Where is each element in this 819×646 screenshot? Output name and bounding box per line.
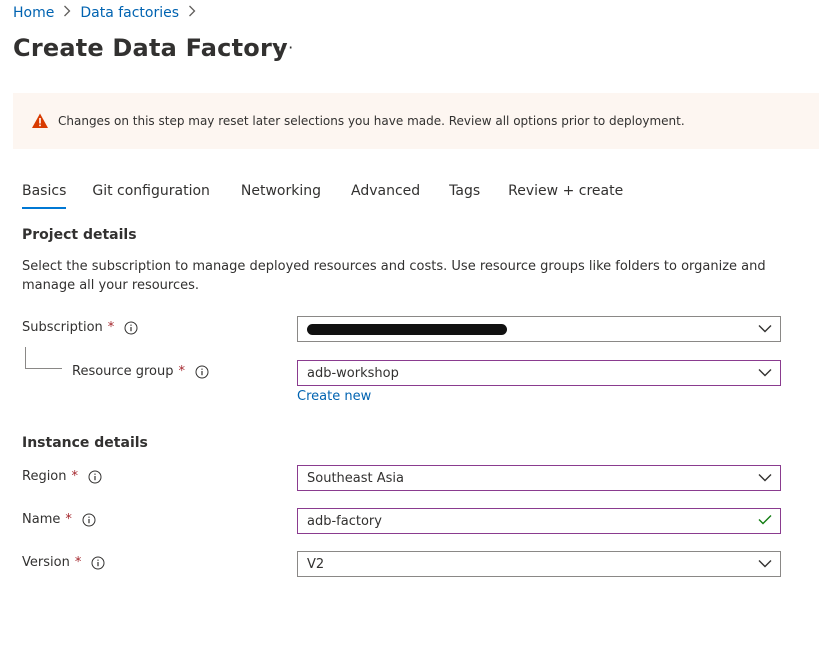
breadcrumb-data-factories[interactable]: Data factories [80,5,179,21]
breadcrumb: Home Data factories [13,5,205,21]
warning-icon [31,112,49,130]
tree-connector [25,347,62,369]
info-icon[interactable] [91,556,105,570]
name-label: Name * [22,512,96,527]
region-dropdown[interactable]: Southeast Asia [297,465,781,491]
version-value: V2 [307,556,325,572]
tab-advanced[interactable]: Advanced [351,183,420,209]
version-label-text: Version [22,555,70,570]
required-marker: * [107,320,115,335]
region-value: Southeast Asia [307,470,404,486]
info-icon[interactable] [88,470,102,484]
info-icon[interactable] [82,513,96,527]
name-value: adb-factory [307,513,382,529]
tab-basics[interactable]: Basics [22,183,67,209]
tab-git-configuration[interactable]: Git configuration [92,183,210,209]
info-icon[interactable] [124,321,138,335]
version-dropdown[interactable]: V2 [297,551,781,577]
tab-tags[interactable]: Tags [449,183,480,209]
tab-networking[interactable]: Networking [241,183,321,209]
version-label: Version * [22,555,105,570]
required-marker: * [65,512,72,527]
region-label-text: Region [22,469,67,484]
subscription-dropdown[interactable] [297,316,781,342]
info-icon[interactable] [195,365,209,379]
required-marker: * [74,555,82,570]
chevron-down-icon [758,557,772,572]
chevron-down-icon [758,366,772,381]
name-label-text: Name [22,512,61,527]
required-marker: * [178,364,186,379]
more-options-button[interactable]: ··· [276,38,294,57]
project-details-heading: Project details [22,227,137,243]
resource-group-value: adb-workshop [307,365,399,381]
subscription-label: Subscription * [22,320,138,335]
resource-group-dropdown[interactable]: adb-workshop [297,360,781,386]
warning-text: Changes on this step may reset later sel… [58,114,685,128]
instance-details-heading: Instance details [22,435,148,451]
name-input[interactable]: adb-factory [297,508,781,534]
required-marker: * [71,469,79,484]
page-title: Create Data Factory [13,34,288,62]
resource-group-label-text: Resource group [72,364,174,379]
chevron-down-icon [758,322,772,337]
breadcrumb-home[interactable]: Home [13,5,54,21]
subscription-label-text: Subscription [22,320,103,335]
tab-bar: Basics Git configuration Networking Adva… [22,183,623,209]
warning-banner: Changes on this step may reset later sel… [13,93,819,149]
redacted-value [307,323,507,335]
region-label: Region * [22,469,102,484]
tab-review-create[interactable]: Review + create [508,183,623,209]
chevron-right-icon [188,5,196,21]
resource-group-label: Resource group * [72,364,209,379]
create-new-link[interactable]: Create new [297,389,371,404]
chevron-down-icon [758,471,772,486]
project-description: Select the subscription to manage deploy… [22,259,766,293]
chevron-right-icon [63,5,71,21]
checkmark-icon [758,514,772,529]
